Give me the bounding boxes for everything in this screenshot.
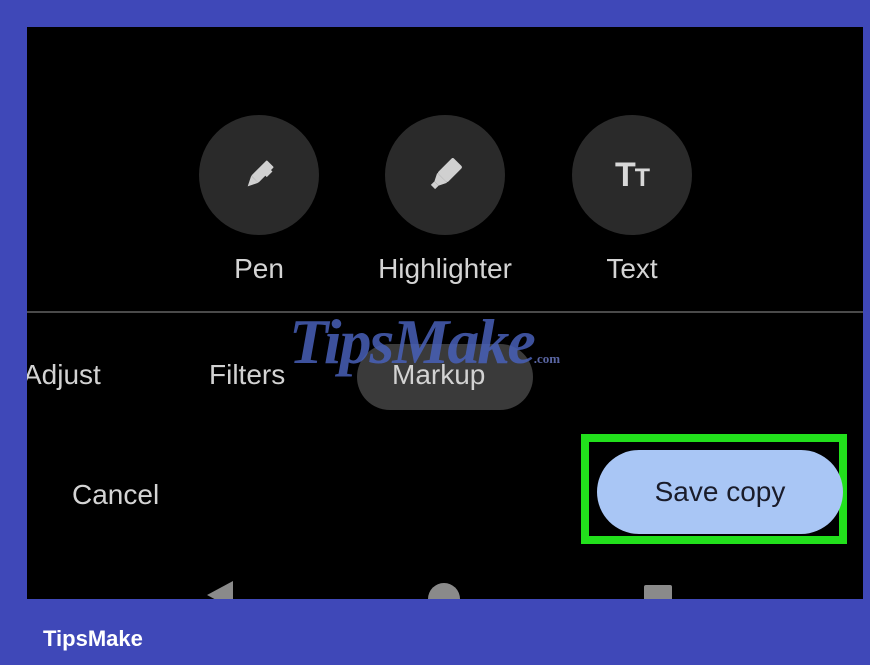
home-circle-icon[interactable] <box>428 583 460 599</box>
pen-label: Pen <box>234 253 284 284</box>
recents-square-icon[interactable] <box>644 585 672 599</box>
pen-icon <box>247 160 274 187</box>
tab-filters[interactable]: Filters <box>209 359 285 391</box>
highlighter-tool-button[interactable] <box>385 115 505 235</box>
highlighter-label: Highlighter <box>378 253 512 284</box>
cancel-button[interactable]: Cancel <box>72 479 159 511</box>
highlighter-icon <box>430 158 462 190</box>
text-tool-button[interactable]: TT <box>572 115 692 235</box>
tool-text[interactable]: TT Text <box>557 115 707 285</box>
phone-screen: Pen Highlighter TT Text Adjust Filters M… <box>27 27 863 599</box>
pen-tool-button[interactable] <box>199 115 319 235</box>
tool-highlighter[interactable]: Highlighter <box>370 115 520 285</box>
back-triangle-icon[interactable] <box>207 581 233 599</box>
save-copy-button[interactable]: Save copy <box>597 450 843 534</box>
text-icon: TT <box>614 155 650 194</box>
tab-adjust[interactable]: Adjust <box>27 359 101 391</box>
text-label: Text <box>606 253 658 284</box>
watermark-logo: TipsMake.com <box>289 306 561 377</box>
tool-pen[interactable]: Pen <box>184 115 334 285</box>
image-frame: Pen Highlighter TT Text Adjust Filters M… <box>0 0 870 665</box>
brand-caption: TipsMake <box>43 626 143 651</box>
